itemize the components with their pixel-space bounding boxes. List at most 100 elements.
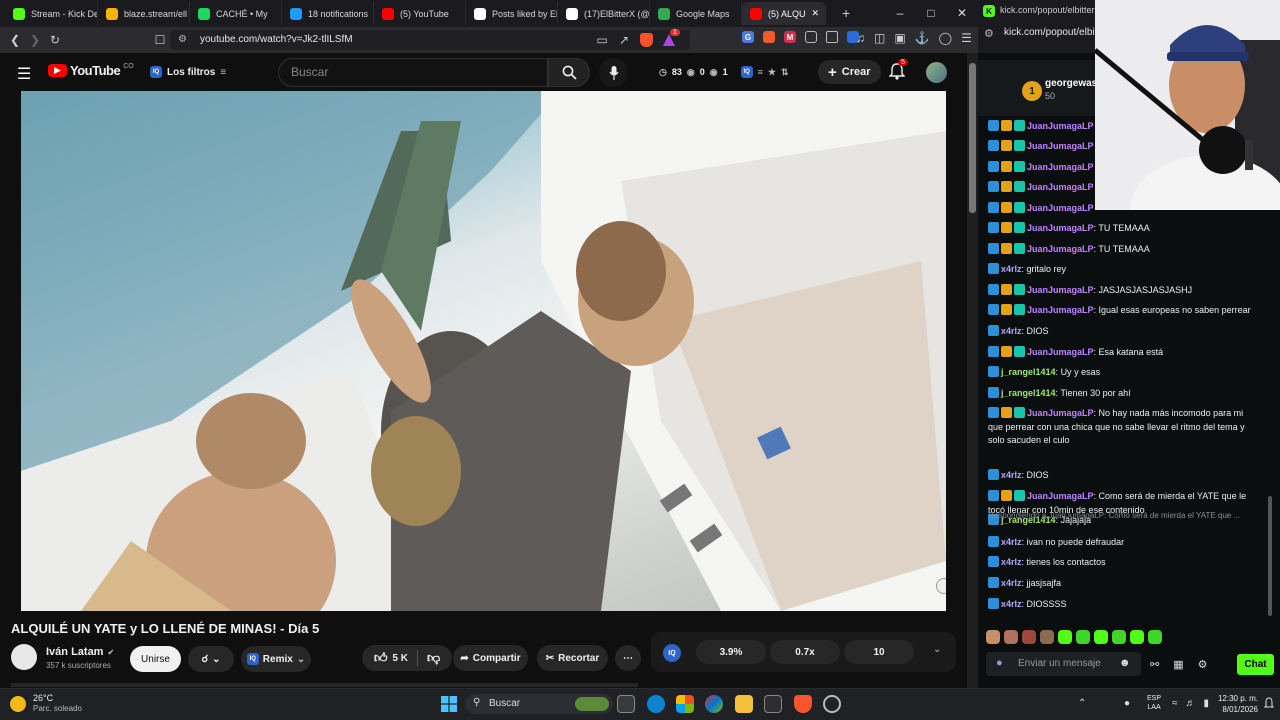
chat-username[interactable]: j_rangel1414 xyxy=(1001,367,1056,377)
minimize-icon[interactable]: – xyxy=(885,3,915,23)
thumbs-down-icon[interactable]: 👎︎ xyxy=(427,650,440,666)
obs-icon[interactable] xyxy=(823,695,841,713)
send-chat-button[interactable]: Chat xyxy=(1237,654,1274,675)
microphone-tray-icon[interactable]: ● xyxy=(1124,698,1130,709)
leaderboard-user[interactable]: georgewas xyxy=(1045,78,1097,89)
swap-icon[interactable]: ⇅ xyxy=(781,67,789,78)
browser-tab[interactable]: Google Maps xyxy=(650,2,742,25)
tray-chevron-icon[interactable]: ⌃ xyxy=(1078,698,1086,709)
chat-username[interactable]: j_rangel1414 xyxy=(1001,388,1056,398)
m-extension-icon[interactable]: M xyxy=(784,31,796,43)
hamburger-menu-icon[interactable]: ☰ xyxy=(961,31,972,45)
browser-tab[interactable]: (5) YouTube xyxy=(374,2,466,25)
chat-username[interactable]: JuanJumagaLP xyxy=(1027,491,1094,501)
language-indicator[interactable]: ESP LAA xyxy=(1147,694,1161,712)
trophy-icon[interactable]: ★ xyxy=(768,67,776,78)
browser-tab[interactable]: 18 notifications xyxy=(282,2,374,25)
chat-input[interactable]: ● Enviar un mensaje ☻ xyxy=(986,652,1141,676)
guide-menu-icon[interactable]: ☰ xyxy=(17,64,31,84)
browser-tab[interactable]: (5) ALQU ✕ xyxy=(742,2,826,25)
browser-tab[interactable]: blaze.stream/ell xyxy=(98,2,190,25)
chat-username[interactable]: JuanJumagaLP xyxy=(1027,347,1094,357)
scrollbar-thumb[interactable] xyxy=(969,63,976,213)
share-button[interactable]: ➦ Compartir xyxy=(453,645,528,671)
microphone-chat-icon[interactable]: ● xyxy=(996,657,1003,669)
chat-users-icon[interactable]: ⚯ xyxy=(1150,658,1159,671)
emoji-icon[interactable]: ☻ xyxy=(1119,657,1131,669)
chat-username[interactable]: x4rlz xyxy=(1001,557,1022,567)
forward-icon[interactable]: ❯ xyxy=(25,30,45,50)
sidebar-icon[interactable]: ◫ xyxy=(874,31,885,45)
brave-shields-icon[interactable] xyxy=(640,33,653,47)
weather-icon[interactable] xyxy=(10,696,26,712)
join-button[interactable]: Unirse xyxy=(130,646,181,672)
chat-username[interactable]: x4rlz xyxy=(1001,470,1022,480)
chat-settings-icon[interactable]: ⚙ xyxy=(1198,658,1208,671)
chat-username[interactable]: JuanJumagaLP xyxy=(1027,305,1094,315)
terminal-icon[interactable] xyxy=(764,695,782,713)
create-button[interactable]: + Crear xyxy=(818,60,881,84)
windows-start-icon[interactable] xyxy=(441,696,457,712)
emote-icon[interactable] xyxy=(986,630,1000,644)
close-window-icon[interactable]: ✕ xyxy=(947,3,977,23)
taskbar-search[interactable]: ⚲ Buscar xyxy=(465,694,613,714)
screenshot-extension-icon[interactable] xyxy=(826,31,838,43)
close-tab-icon[interactable]: ✕ xyxy=(812,8,820,19)
emote-icon[interactable] xyxy=(1058,630,1072,644)
translate-extension-icon[interactable]: G xyxy=(742,31,754,43)
brave-rewards-icon[interactable]: 1 xyxy=(662,29,680,47)
iq-stats-icon[interactable]: IQ xyxy=(663,644,681,662)
new-tab-button[interactable]: + xyxy=(842,5,850,21)
browser-tab[interactable]: CACHÉ • My xyxy=(190,2,282,25)
chat-username[interactable]: JuanJumagaLP xyxy=(1027,285,1094,295)
iq-extension-icon-2[interactable]: IQ xyxy=(740,66,753,78)
reply-reference[interactable]: Respondiendo a JuanJumagaLP: Como será d… xyxy=(988,509,1263,523)
account-avatar[interactable] xyxy=(926,62,947,83)
site-info-icon[interactable]: ⚙ xyxy=(178,30,187,50)
video-player[interactable] xyxy=(21,91,946,611)
puzzle-extension-icon[interactable] xyxy=(805,31,817,43)
chat-username[interactable]: x4rlz xyxy=(1001,537,1022,547)
channel-avatar[interactable] xyxy=(11,644,37,670)
clock[interactable]: 12:30 p. m. 8/01/2026 xyxy=(1206,693,1258,715)
maximize-icon[interactable]: □ xyxy=(916,3,946,23)
chat-username[interactable]: JuanJumagaLP xyxy=(1027,121,1094,131)
search-input[interactable]: Buscar xyxy=(278,58,548,87)
vpn-icon[interactable]: ⚓ xyxy=(915,31,930,45)
store-icon[interactable] xyxy=(676,695,694,713)
youtube-logo[interactable]: YouTube CO xyxy=(48,63,134,78)
bookmark-icon[interactable]: ☐ xyxy=(150,30,170,50)
emote-icon[interactable] xyxy=(1112,630,1126,644)
task-view-icon[interactable] xyxy=(617,695,635,713)
copilot-icon[interactable] xyxy=(705,695,723,713)
channel-name[interactable]: Iván Latam xyxy=(46,646,103,658)
fox-extension-icon[interactable] xyxy=(763,31,775,43)
channel-name-row[interactable]: Iván Latam ✔ xyxy=(46,646,114,658)
shield-icon[interactable]: ◯ xyxy=(939,31,952,45)
music-icon[interactable]: ♫ xyxy=(856,31,865,45)
page-scrollbar[interactable] xyxy=(967,53,978,688)
notifications-button[interactable]: 5 xyxy=(888,59,908,85)
back-icon[interactable]: ❮ xyxy=(5,30,25,50)
search-button[interactable] xyxy=(548,58,590,87)
emote-icon[interactable] xyxy=(1022,630,1036,644)
emote-icon[interactable] xyxy=(1130,630,1144,644)
emote-icon[interactable] xyxy=(1076,630,1090,644)
chat-username[interactable]: JuanJumagaLP xyxy=(1027,162,1094,172)
chat-username[interactable]: JuanJumagaLP xyxy=(1027,182,1094,192)
chat-username[interactable]: JuanJumagaLP xyxy=(1027,141,1094,151)
browser-tab[interactable]: (17)ElBitterX (@e xyxy=(558,2,650,25)
clip-button[interactable]: ✂ Recortar xyxy=(537,645,608,671)
emote-icon[interactable] xyxy=(1148,630,1162,644)
weather-description[interactable]: Parc. soleado xyxy=(33,704,82,713)
chat-username[interactable]: x4rlz xyxy=(1001,326,1022,336)
edge-icon[interactable] xyxy=(647,695,665,713)
browser-tab[interactable]: Posts liked by El xyxy=(466,2,558,25)
filters-extension-button[interactable]: IQ Los filtros ≡ xyxy=(143,60,233,84)
cast-icon[interactable]: ▭ xyxy=(592,30,612,50)
browser-tab[interactable]: Stream - Kick De xyxy=(5,2,98,25)
chat-username[interactable]: JuanJumagaLP xyxy=(1027,203,1094,213)
more-actions-button[interactable]: ⋯ xyxy=(615,645,641,671)
chat-gift-icon[interactable]: ▦ xyxy=(1173,658,1183,671)
chat-username[interactable]: x4rlz xyxy=(1001,264,1022,274)
